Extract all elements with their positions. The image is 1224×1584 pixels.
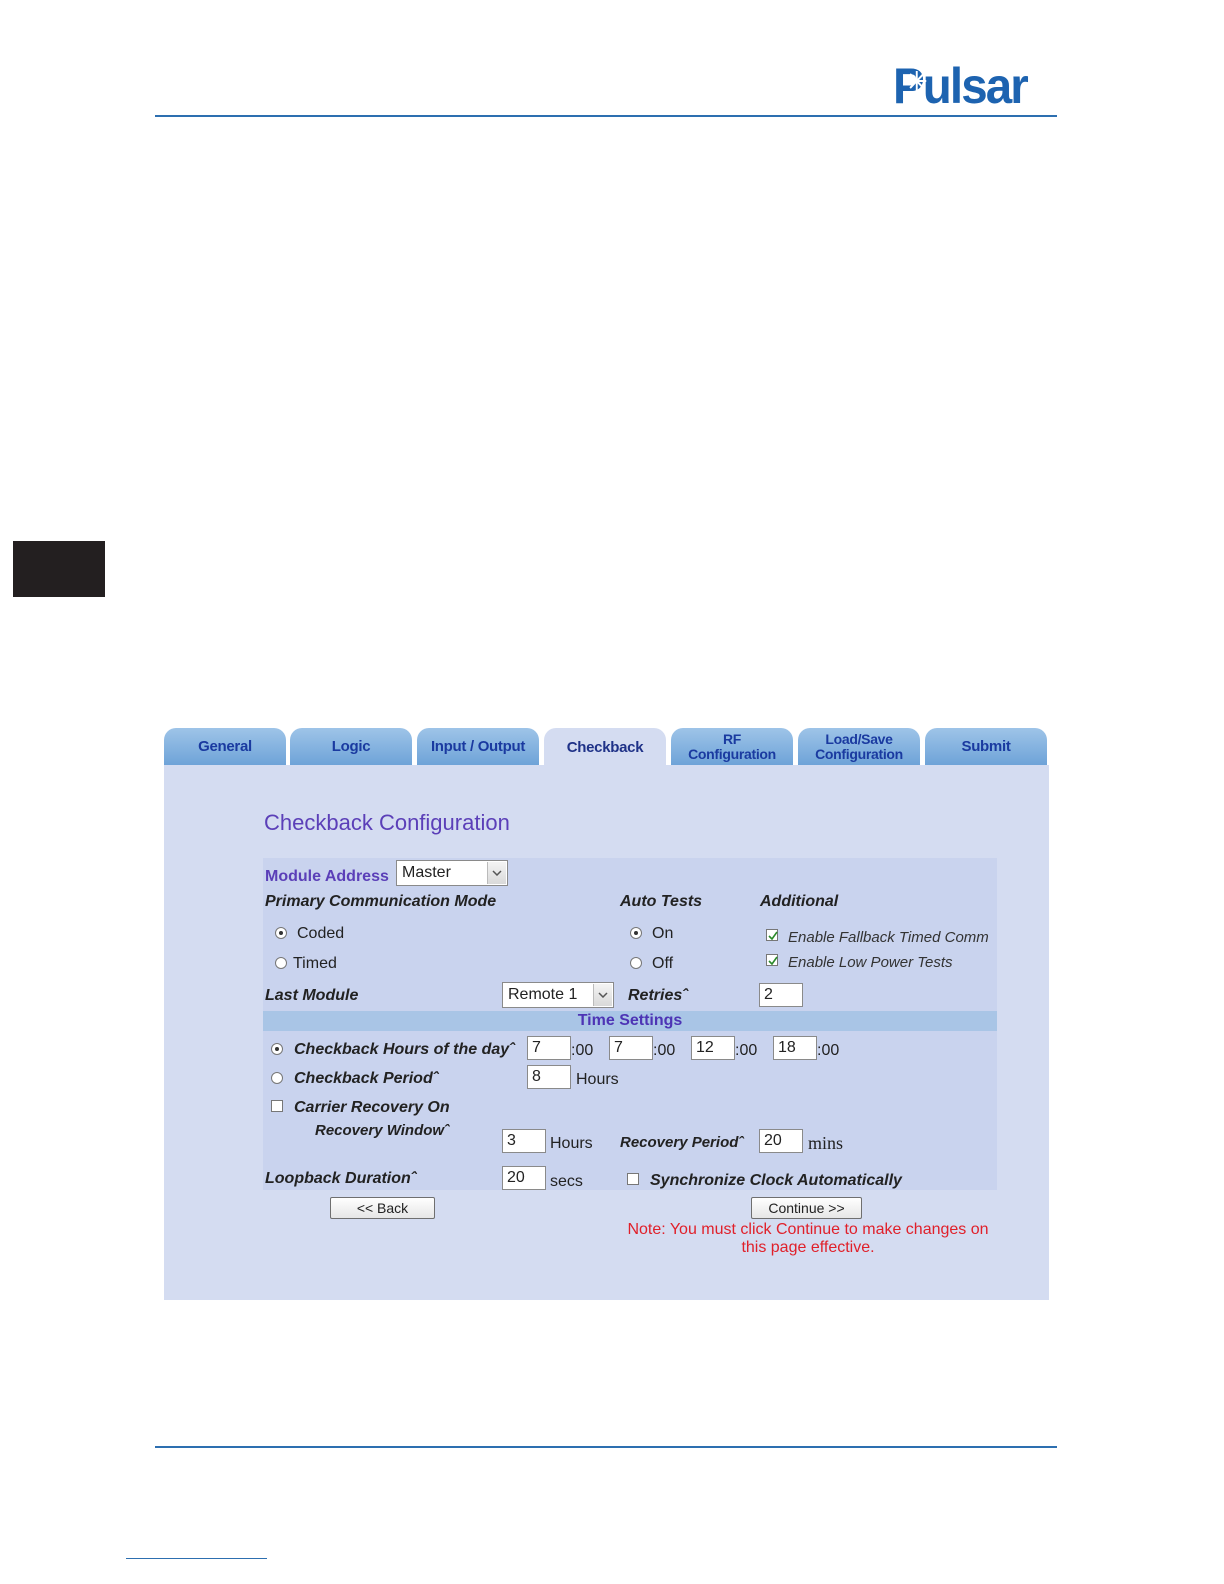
checkback-hour-4-input[interactable]: 18 [773, 1036, 817, 1060]
carrier-recovery-label: Carrier Recovery On [294, 1099, 450, 1116]
loopback-label: Loopback Durationˆ [265, 1170, 417, 1187]
tab-checkback[interactable]: Checkback [544, 728, 666, 766]
sync-clock-label: Synchronize Clock Automatically [650, 1172, 902, 1189]
back-button[interactable]: << Back [330, 1197, 435, 1219]
checkback-hour-3-input[interactable]: 12 [691, 1036, 735, 1060]
tab-rf-configuration[interactable]: RF Configuration [671, 728, 793, 765]
continue-note: Note: You must click Continue to make ch… [627, 1221, 989, 1256]
recovery-period-label: Recovery Periodˆ [620, 1134, 744, 1151]
low-power-checkbox[interactable] [766, 954, 778, 966]
page-title: Checkback Configuration [264, 810, 510, 835]
auto-tests-off-radio[interactable] [630, 957, 642, 969]
primary-mode-label: Primary Communication Mode [265, 893, 497, 910]
fallback-checkbox[interactable] [766, 929, 778, 941]
auto-tests-off-label: Off [652, 955, 674, 972]
checkback-hours-radio[interactable] [271, 1043, 283, 1055]
retries-label: Retriesˆ [628, 987, 688, 1004]
minutes-suffix: :00 [571, 1042, 594, 1059]
coded-radio[interactable] [275, 927, 287, 939]
coded-label: Coded [297, 925, 345, 942]
checkback-period-label: Checkback Periodˆ [294, 1070, 439, 1087]
continue-button[interactable]: Continue >> [751, 1197, 862, 1219]
last-module-select[interactable]: Remote 1 [502, 982, 614, 1008]
logo-star-icon [907, 71, 927, 91]
module-address-label: Module Address [265, 868, 389, 885]
checkmark-icon [768, 956, 778, 966]
recovery-window-input[interactable]: 3 [502, 1129, 546, 1153]
pulsar-logo: Pulsar [893, 61, 1029, 111]
checkback-hour-1-input[interactable]: 7 [527, 1036, 571, 1060]
timed-radio[interactable] [275, 957, 287, 969]
section-side-tab [13, 541, 105, 597]
auto-tests-label: Auto Tests [620, 893, 703, 910]
auto-tests-on-radio[interactable] [630, 927, 642, 939]
recovery-window-label: Recovery Windowˆ [315, 1122, 450, 1139]
header-rule [155, 115, 1057, 117]
minutes-suffix: :00 [653, 1042, 676, 1059]
timed-label: Timed [293, 955, 337, 972]
time-settings-header: Time Settings [263, 1011, 997, 1031]
tab-load-save-configuration[interactable]: Load/Save Configuration [798, 728, 920, 765]
auto-tests-on-label: On [652, 925, 674, 942]
footer-underline [126, 1558, 267, 1559]
checkmark-icon [768, 931, 778, 941]
recovery-window-unit: Hours [550, 1135, 593, 1152]
low-power-label: Enable Low Power Tests [788, 954, 953, 971]
carrier-recovery-checkbox[interactable] [271, 1100, 283, 1112]
retries-input[interactable]: 2 [759, 983, 803, 1007]
checkback-hour-2-input[interactable]: 7 [609, 1036, 653, 1060]
recovery-period-unit: mins [808, 1133, 844, 1153]
additional-label: Additional [760, 893, 839, 910]
recovery-period-input[interactable]: 20 [759, 1129, 803, 1153]
tab-general[interactable]: General [164, 728, 286, 765]
tab-logic[interactable]: Logic [290, 728, 412, 765]
checkback-period-radio[interactable] [271, 1072, 283, 1084]
checkback-hours-label: Checkback Hours of the dayˆ [294, 1041, 515, 1058]
tab-input-output[interactable]: Input / Output [417, 728, 539, 765]
loopback-unit: secs [550, 1173, 583, 1190]
checkback-period-input[interactable]: 8 [527, 1065, 571, 1089]
chevron-down-icon [593, 984, 612, 1006]
loopback-input[interactable]: 20 [502, 1166, 546, 1190]
footer-rule [155, 1446, 1057, 1448]
checkback-period-unit: Hours [576, 1071, 619, 1088]
module-address-select[interactable]: Master [396, 860, 508, 886]
minutes-suffix: :00 [817, 1042, 840, 1059]
fallback-label: Enable Fallback Timed Comm [788, 929, 989, 946]
tab-submit[interactable]: Submit [925, 728, 1047, 765]
minutes-suffix: :00 [735, 1042, 758, 1059]
last-module-label: Last Module [265, 987, 359, 1004]
sync-clock-checkbox[interactable] [627, 1173, 639, 1185]
chevron-down-icon [487, 862, 506, 884]
